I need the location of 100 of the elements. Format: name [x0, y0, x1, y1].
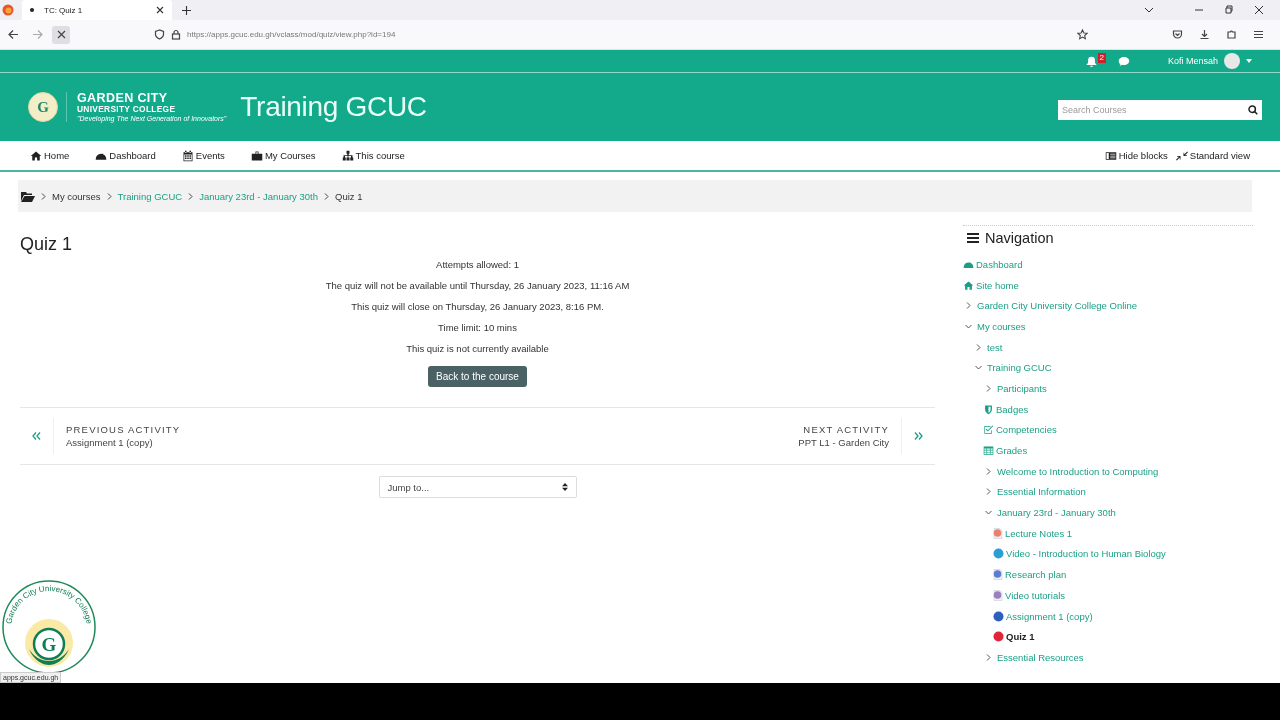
nav-action-link[interactable]: Standard view	[1175, 149, 1250, 162]
close-icon	[56, 30, 66, 39]
chevron-right-icon	[985, 384, 992, 392]
search-field[interactable]: Search Courses	[1058, 100, 1262, 120]
bell-icon	[1085, 55, 1097, 67]
nav-tree-item[interactable]: Training GCUC	[973, 357, 1253, 379]
checkbox-icon	[983, 424, 994, 436]
next-activity-link[interactable]: NEXT ACTIVITY PPT L1 - Garden City	[798, 418, 935, 454]
chevron-right-icon	[41, 192, 46, 200]
page-title: Quiz 1	[20, 234, 74, 255]
table-icon	[983, 445, 994, 457]
menu-icon[interactable]	[1253, 29, 1264, 40]
forward-icon	[31, 29, 43, 40]
chevron-down-icon	[985, 509, 992, 517]
user-name[interactable]: Kofi Mensah	[1167, 56, 1218, 66]
chevron-right-icon	[985, 488, 992, 496]
nav-tree-item[interactable]: Essential Resources	[983, 647, 1253, 668]
nav-tree-item[interactable]: My courses	[963, 316, 1253, 337]
folder-icon[interactable]	[21, 190, 35, 202]
notification-button[interactable]	[1085, 55, 1097, 67]
nav-tree-item[interactable]: Dashboard	[963, 254, 1253, 275]
nav-link[interactable]: This course	[341, 149, 405, 162]
double-chevron-left-icon	[32, 432, 41, 440]
notification-count: 2	[1097, 53, 1106, 63]
breadcrumb-link[interactable]: Training GCUC	[117, 190, 183, 202]
nav-tree-item[interactable]: Welcome to Introduction to Computing	[983, 460, 1253, 482]
document-icon	[993, 569, 1003, 581]
pocket-icon[interactable]	[1172, 29, 1183, 40]
up-down-arrows-icon	[561, 483, 568, 491]
nav-tree-item[interactable]: Essential Information	[983, 481, 1253, 503]
new-tab-icon[interactable]	[182, 5, 191, 15]
nav-tree-item[interactable]: Garden City University College Online	[963, 295, 1253, 317]
nav-tree-item[interactable]: Research plan	[993, 564, 1253, 585]
nav-tree-item[interactable]: Badges	[983, 398, 1253, 420]
shield-icon	[983, 403, 994, 415]
quiz-info-text: Attempts allowed: 1	[436, 259, 519, 270]
stop-button[interactable]	[52, 25, 70, 44]
nav-link[interactable]: Dashboard	[95, 149, 156, 162]
logo-name: GARDEN CITY	[77, 92, 169, 105]
breadcrumb-link[interactable]: January 23rd - January 30th	[199, 190, 318, 202]
nav-tree-item[interactable]: Competencies	[983, 419, 1253, 441]
dot-icon	[30, 8, 34, 12]
nav-tree-item[interactable]: Quiz 1	[993, 626, 1253, 648]
previous-activity-link[interactable]: PREVIOUS ACTIVITY Assignment 1 (copy)	[20, 418, 181, 454]
chevron-right-icon	[324, 192, 329, 200]
chevron-down-icon	[965, 322, 972, 330]
double-chevron-right-icon	[914, 432, 923, 440]
breadcrumb-item[interactable]: Quiz 1	[335, 190, 363, 202]
dot-icon	[993, 610, 1004, 622]
dot-icon	[993, 548, 1004, 560]
search-icon[interactable]	[1248, 105, 1258, 115]
briefcase-icon	[250, 149, 263, 162]
nav-tree-item[interactable]: Site home	[963, 274, 1253, 296]
shield-icon[interactable]	[154, 29, 165, 40]
download-icon[interactable]	[1199, 29, 1210, 40]
nav-tree-item[interactable]: Grades	[983, 440, 1253, 461]
back-icon	[7, 29, 19, 40]
chevron-right-icon	[965, 302, 972, 310]
nav-tree-item[interactable]: Participants	[983, 378, 1253, 399]
chevron-right-icon	[985, 467, 992, 475]
nav-tree-item[interactable]: test	[973, 336, 1253, 358]
nav-link[interactable]: My Courses	[250, 149, 316, 162]
college-logo: G	[28, 92, 58, 122]
nav-action-link[interactable]: Hide blocks	[1104, 149, 1168, 162]
dot-icon	[993, 631, 1004, 643]
nav-tree-item[interactable]: January 23rd - January 30th	[983, 502, 1253, 523]
chevron-right-icon	[188, 192, 194, 200]
nav-tree-item[interactable]: Video - Introduction to Human Biology	[993, 543, 1253, 565]
nav-tree-item[interactable]: Lecture Notes 1	[993, 522, 1253, 544]
sidebar-toggle-icon	[1104, 149, 1117, 162]
chevron-right-icon	[985, 653, 992, 661]
star-icon[interactable]	[1077, 29, 1088, 40]
chevron-right-icon	[975, 343, 982, 351]
site-title[interactable]: Training GCUC	[240, 91, 427, 123]
jump-to-dropdown[interactable]: Jump to...	[378, 476, 577, 498]
home-icon	[963, 279, 974, 291]
nav-link[interactable]: Home	[30, 149, 70, 162]
caret-icon[interactable]	[1246, 59, 1252, 63]
menu-icon[interactable]	[967, 233, 979, 243]
quiz-info-text: This quiz will close on Thursday, 26 January 2023, 8:16 PM.	[351, 301, 604, 312]
back-to-course-button[interactable]: Back to the course	[428, 366, 527, 387]
chevron-down-icon	[975, 364, 982, 372]
breadcrumb-item[interactable]: My courses	[52, 190, 101, 202]
chat-icon[interactable]	[1117, 55, 1130, 67]
logo-subtitle: UNIVERSITY COLLEGE	[77, 104, 177, 113]
seal-letter: G	[41, 634, 57, 655]
document-icon	[993, 589, 1003, 601]
nav-link[interactable]: Events	[181, 149, 225, 162]
compress-icon	[1175, 149, 1188, 162]
chevron-right-icon	[106, 192, 112, 200]
nav-tree-item[interactable]: Video tutorials	[993, 585, 1253, 606]
close-icon[interactable]	[1254, 5, 1264, 15]
close-icon[interactable]	[156, 6, 164, 14]
browser-tab[interactable]: TC: Quiz 1	[22, 0, 172, 20]
chevron-down-icon[interactable]	[1144, 5, 1154, 15]
restore-icon[interactable]	[1224, 5, 1234, 15]
lock-icon[interactable]	[171, 29, 181, 40]
calendar-icon	[181, 149, 194, 162]
nav-tree-item[interactable]: Assignment 1 (copy)	[993, 605, 1253, 627]
quiz-info-text: Time limit: 10 mins	[438, 322, 517, 333]
